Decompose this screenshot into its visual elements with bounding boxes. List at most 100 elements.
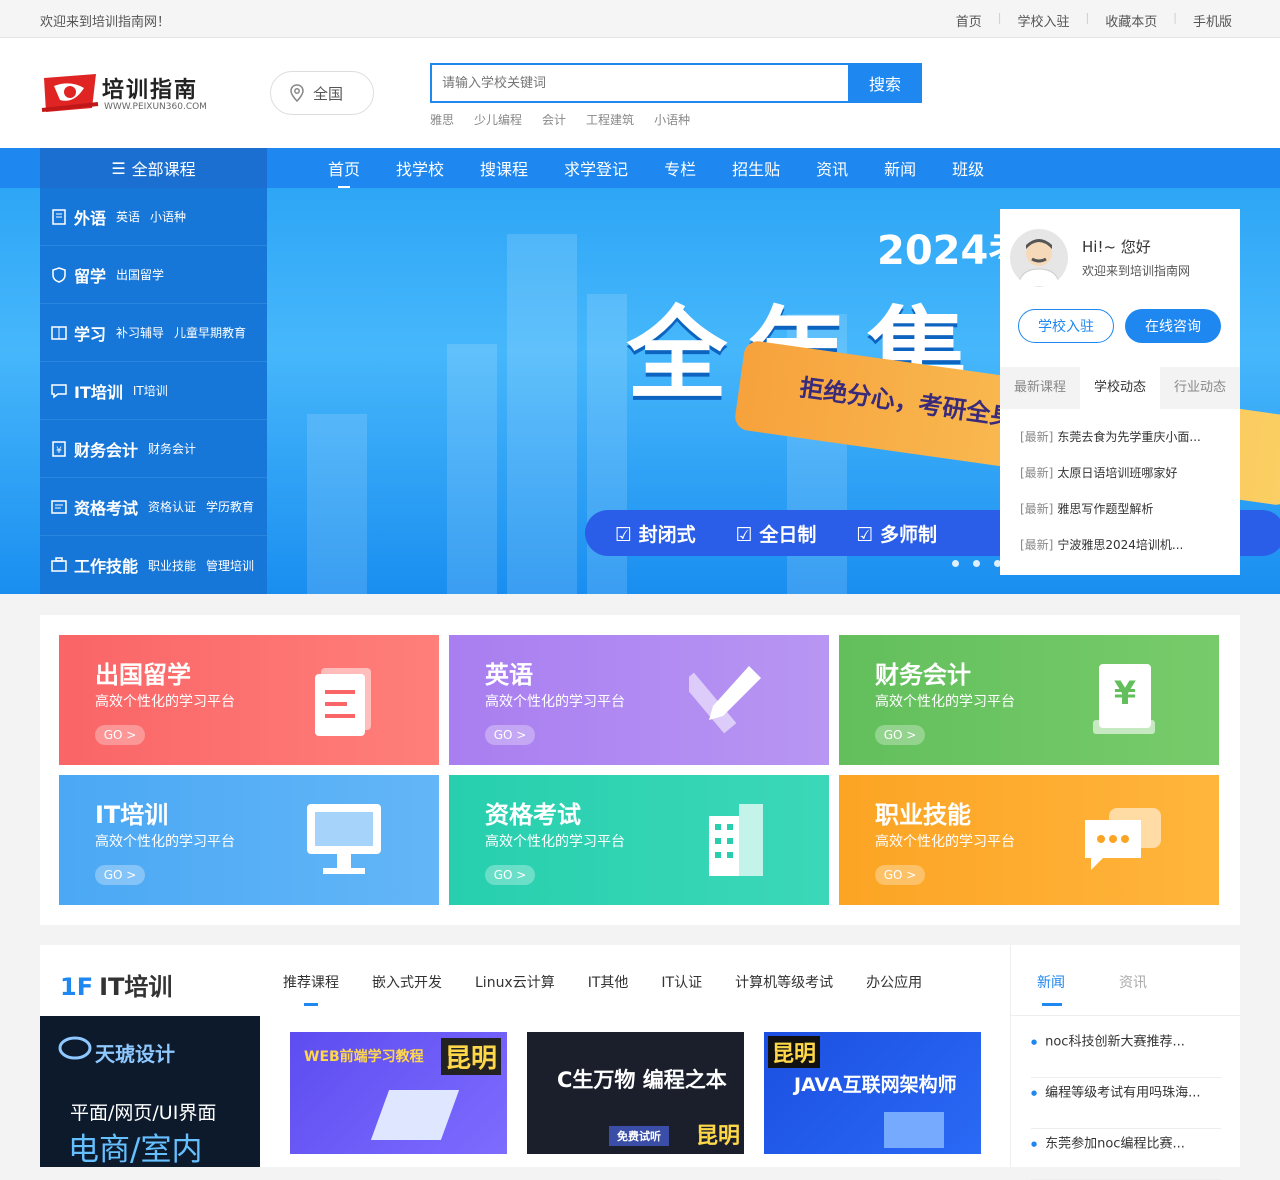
nav-item-register[interactable]: 求学登记	[564, 156, 628, 180]
welcome-text: 欢迎来到培训指南网！	[40, 15, 171, 30]
go-button[interactable]: GO >	[95, 725, 145, 745]
avatar	[1010, 229, 1068, 287]
list-item[interactable]: [最新] 宁波雅思2024培训机...	[1020, 527, 1201, 563]
online-consult-button[interactable]: 在线咨询	[1125, 309, 1221, 343]
tab-computer-exam[interactable]: 计算机等级考试	[735, 972, 833, 992]
hot-keyword[interactable]: 雅思	[430, 111, 454, 128]
category-grid: 出国留学 高效个性化的学习平台 GO > 英语 高效个性化的学习平台 GO > …	[40, 615, 1240, 925]
briefcase-icon	[51, 557, 67, 572]
certificate-icon	[51, 499, 67, 514]
tab-linux-cloud[interactable]: Linux云计算	[475, 972, 555, 992]
floor-it-training: 1F IT培训 推荐课程 嵌入式开发 Linux云计算 IT其他 IT认证 计算机…	[40, 945, 1241, 1180]
sidemenu-item-study-abroad[interactable]: 留学 出国留学	[40, 246, 267, 304]
course-thumb[interactable]: WEB前端学习教程 昆明	[290, 1032, 507, 1154]
category-card-study-abroad[interactable]: 出国留学 高效个性化的学习平台 GO >	[59, 635, 439, 765]
header: 培训指南 WWW.PEIXUN360.COM 全国 搜索 雅思 少儿编程 会计 …	[0, 38, 1280, 148]
sidemenu-item-skills[interactable]: 工作技能 职业技能 管理培训	[40, 536, 267, 594]
user-card: Hi!~ 您好 欢迎来到培训指南网 学校入驻 在线咨询 最新课程 学校动态 行业…	[1000, 209, 1240, 575]
go-button[interactable]: GO >	[875, 725, 925, 745]
top-links: 首页 | 学校入驻 | 收藏本页 | 手机版	[955, 11, 1232, 30]
greeting: Hi!~ 您好	[1082, 238, 1151, 256]
go-button[interactable]: GO >	[95, 865, 145, 885]
tab-it-other[interactable]: IT其他	[588, 972, 629, 992]
chat-icon	[1085, 808, 1161, 870]
course-thumb[interactable]: C生万物 编程之本 免费试听 昆明	[527, 1032, 744, 1154]
list-item[interactable]: [最新] 太原日语培训班哪家好	[1020, 455, 1201, 491]
hot-keyword[interactable]: 少儿编程	[474, 111, 522, 128]
hero-banner[interactable]: 2024考 全年集 拒绝分心，考研全身 ☑ 封闭式 ☑ 全日制 ☑ 多师制 ☑ …	[0, 188, 1280, 594]
all-courses-button[interactable]: ☰ 全部课程	[40, 148, 267, 188]
floor-news-panel: 新闻 资讯 noc科技创新大赛推荐... 编程等级考试有用吗珠海... 东莞参加…	[1010, 945, 1241, 1180]
tab-industry-news[interactable]: 行业动态	[1160, 367, 1240, 409]
nav-item-news[interactable]: 新闻	[884, 156, 916, 180]
nav-item-class[interactable]: 班级	[952, 156, 984, 180]
carousel-dot[interactable]	[973, 560, 980, 567]
building-icon	[709, 804, 763, 876]
list-item[interactable]: [最新] 雅思写作题型解析	[1020, 491, 1201, 527]
tianhu-logo-icon	[58, 1036, 92, 1060]
list-item[interactable]: noc科技创新大赛推荐...	[1031, 1027, 1221, 1078]
category-card-it[interactable]: IT培训 高效个性化的学习平台 GO >	[59, 775, 439, 905]
list-item[interactable]: 东莞参加noc编程比赛...	[1031, 1129, 1221, 1180]
location-pin-icon	[290, 84, 304, 102]
banner-pill: ☑ 封闭式	[615, 523, 696, 546]
list-item[interactable]: [最新] 东莞去食为先学重庆小面...	[1020, 419, 1201, 455]
tab-recommended[interactable]: 推荐课程	[283, 972, 339, 1006]
tab-info[interactable]: 资讯	[1119, 972, 1147, 992]
list-item[interactable]: 编程等级考试有用吗珠海...	[1031, 1078, 1221, 1129]
hot-keyword[interactable]: 工程建筑	[586, 111, 634, 128]
go-button[interactable]: GO >	[485, 725, 535, 745]
site-logo[interactable]: 培训指南 WWW.PEIXUN360.COM	[40, 70, 220, 118]
search-input[interactable]	[430, 63, 848, 103]
shield-icon	[52, 266, 66, 283]
search-button[interactable]: 搜索	[848, 63, 922, 103]
sidemenu-item-study[interactable]: 学习 补习辅导 儿童早期教育	[40, 304, 267, 362]
hot-keyword[interactable]: 会计	[542, 111, 566, 128]
top-link-bookmark[interactable]: 收藏本页	[1105, 11, 1157, 30]
tab-news[interactable]: 新闻	[1037, 972, 1065, 1006]
banner-pill: ☑ 全日制	[735, 523, 817, 546]
location-label: 全国	[313, 84, 344, 103]
sidemenu-item-finance[interactable]: ¥ 财务会计 财务会计	[40, 420, 267, 478]
course-thumb[interactable]: 昆明 JAVA互联网架构师	[764, 1032, 981, 1154]
tab-it-cert[interactable]: IT认证	[661, 972, 702, 992]
nav-item-enroll[interactable]: 招生贴	[732, 156, 780, 180]
tab-latest-courses[interactable]: 最新课程	[1000, 367, 1080, 409]
category-card-skills[interactable]: 职业技能 高效个性化的学习平台 GO >	[839, 775, 1219, 905]
school-join-button[interactable]: 学校入驻	[1018, 309, 1114, 343]
sidemenu-item-qualification[interactable]: 资格考试 资格认证 学历教育	[40, 478, 267, 536]
sidemenu-item-language[interactable]: 外语 英语 小语种	[40, 188, 267, 246]
tab-embedded[interactable]: 嵌入式开发	[372, 972, 442, 992]
nav-item-find-school[interactable]: 找学校	[396, 156, 444, 180]
location-selector[interactable]: 全国	[270, 71, 374, 115]
pencil-ruler-icon	[689, 666, 761, 734]
nav-item-search-course[interactable]: 搜课程	[480, 156, 528, 180]
carousel-dot[interactable]	[952, 560, 959, 567]
tab-school-news[interactable]: 学校动态	[1080, 367, 1160, 409]
search-box: 搜索	[430, 63, 922, 103]
banner-ribbon-text: 拒绝分心，考研全身	[797, 373, 1016, 432]
top-link-mobile[interactable]: 手机版	[1193, 11, 1232, 30]
banner-pill: ☑ 多师制	[856, 523, 938, 546]
document-icon	[315, 668, 371, 736]
card-news-list: [最新] 东莞去食为先学重庆小面... [最新] 太原日语培训班哪家好 [最新] 雅思…	[1020, 419, 1201, 563]
top-link-home[interactable]: 首页	[956, 11, 982, 30]
category-sidemenu: 外语 英语 小语种 留学 出国留学 学习 补习辅导 儿童早期教育 IT培训 IT…	[40, 188, 267, 594]
list-icon: ☰	[111, 158, 126, 178]
greeting-sub: 欢迎来到培训指南网	[1082, 264, 1191, 278]
floor-title: 1F IT培训	[60, 973, 173, 1001]
floor-ad-image[interactable]: 天琥设计 平面/网页/UI界面 电商/室内	[40, 1016, 260, 1167]
sidemenu-item-it[interactable]: IT培训 IT培训	[40, 362, 267, 420]
go-button[interactable]: GO >	[485, 865, 535, 885]
hot-keyword[interactable]: 小语种	[654, 111, 690, 128]
go-button[interactable]: GO >	[875, 865, 925, 885]
tab-office-apps[interactable]: 办公应用	[866, 972, 922, 992]
nav-item-column[interactable]: 专栏	[664, 156, 696, 180]
category-card-finance[interactable]: 财务会计 高效个性化的学习平台 GO > ¥	[839, 635, 1219, 765]
nav-item-home[interactable]: 首页	[328, 156, 360, 188]
top-link-join[interactable]: 学校入驻	[1018, 11, 1070, 30]
category-card-english[interactable]: 英语 高效个性化的学习平台 GO >	[449, 635, 829, 765]
notebook-icon	[51, 325, 67, 340]
nav-item-info[interactable]: 资讯	[816, 156, 848, 180]
category-card-qualification[interactable]: 资格考试 高效个性化的学习平台 GO >	[449, 775, 829, 905]
